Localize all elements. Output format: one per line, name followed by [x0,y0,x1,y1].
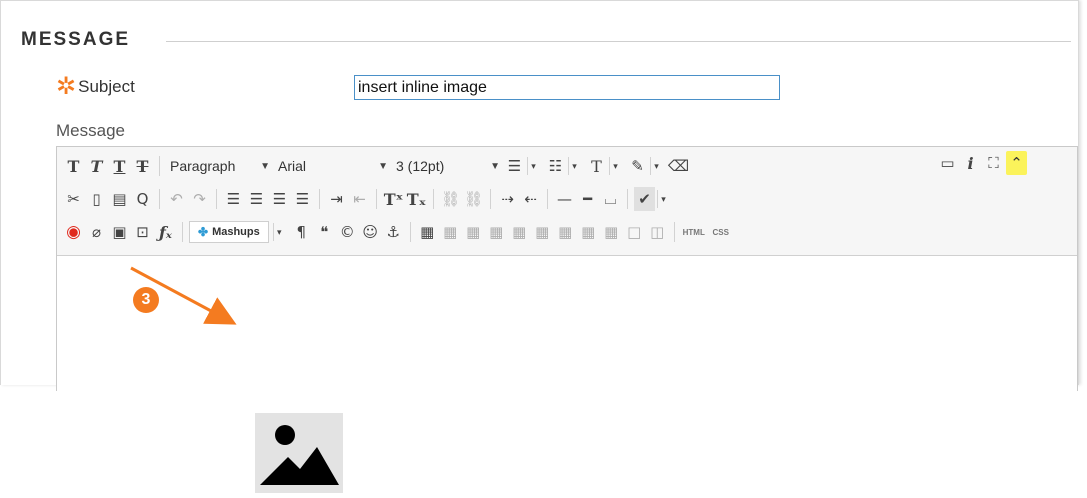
annotation-arrow [130,266,237,325]
image-placeholder-icon [260,425,339,485]
message-panel: MESSAGE ✲ Subject Message T T T T Paragr… [0,0,1079,493]
step-badge: 3 [133,287,159,313]
inline-image[interactable] [255,413,343,493]
